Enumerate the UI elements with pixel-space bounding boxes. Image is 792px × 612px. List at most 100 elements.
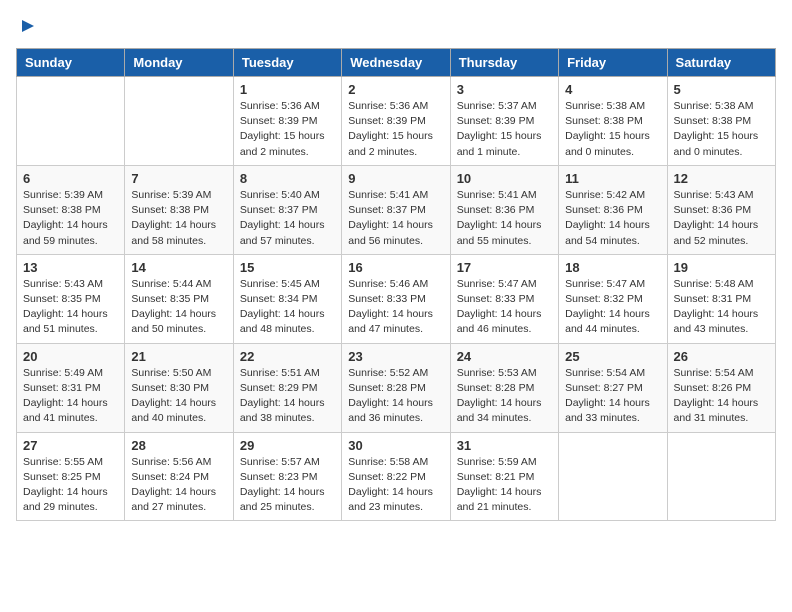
day-number: 28 bbox=[131, 438, 226, 453]
cell-line: Daylight: 14 hours and 23 minutes. bbox=[348, 485, 443, 515]
cell-line: Sunrise: 5:36 AM bbox=[348, 99, 443, 114]
cell-line: Sunrise: 5:46 AM bbox=[348, 277, 443, 292]
calendar-cell: 30Sunrise: 5:58 AMSunset: 8:22 PMDayligh… bbox=[342, 432, 450, 521]
calendar-cell: 31 Sunrise: 5:59 AMSunset: 8:21 PMDayligh… bbox=[450, 432, 558, 521]
day-number: 10 bbox=[457, 171, 552, 186]
cell-line: Daylight: 14 hours and 36 minutes. bbox=[348, 396, 443, 426]
cell-content: Sunrise: 5:42 AMSunset: 8:36 PMDaylight:… bbox=[565, 188, 660, 249]
cell-line: Sunset: 8:22 PM bbox=[348, 470, 443, 485]
day-number: 29 bbox=[240, 438, 335, 453]
day-number: 2 bbox=[348, 82, 443, 97]
calendar-cell bbox=[559, 432, 667, 521]
day-number: 19 bbox=[674, 260, 769, 275]
cell-line: Daylight: 14 hours and 29 minutes. bbox=[23, 485, 118, 515]
calendar-cell: 8Sunrise: 5:40 AMSunset: 8:37 PMDaylight… bbox=[233, 165, 341, 254]
calendar-cell: 27Sunrise: 5:55 AMSunset: 8:25 PMDayligh… bbox=[17, 432, 125, 521]
calendar-cell bbox=[17, 77, 125, 166]
cell-line: Sunset: 8:34 PM bbox=[240, 292, 335, 307]
cell-line: Sunrise: 5:40 AM bbox=[240, 188, 335, 203]
day-number: 24 bbox=[457, 349, 552, 364]
cell-line: Sunset: 8:37 PM bbox=[348, 203, 443, 218]
cell-line: Sunset: 8:31 PM bbox=[674, 292, 769, 307]
cell-line: Sunset: 8:23 PM bbox=[240, 470, 335, 485]
calendar-cell: 15 Sunrise: 5:45 AMSunset: 8:34 PMDayligh… bbox=[233, 254, 341, 343]
cell-line: Sunset: 8:32 PM bbox=[565, 292, 660, 307]
cell-line: Daylight: 14 hours and 38 minutes. bbox=[240, 396, 335, 426]
cell-content: Sunrise: 5:45 AMSunset: 8:34 PMDaylight:… bbox=[240, 277, 335, 338]
cell-line: Sunset: 8:31 PM bbox=[23, 381, 118, 396]
logo-arrow-icon bbox=[18, 16, 38, 36]
day-number: 18 bbox=[565, 260, 660, 275]
cell-content: Sunrise: 5:36 AMSunset: 8:39 PMDaylight:… bbox=[348, 99, 443, 160]
cell-line: Sunrise: 5:45 AM bbox=[240, 277, 335, 292]
calendar-cell: 23Sunrise: 5:52 AMSunset: 8:28 PMDayligh… bbox=[342, 343, 450, 432]
day-number: 9 bbox=[348, 171, 443, 186]
cell-line: Daylight: 14 hours and 55 minutes. bbox=[457, 218, 552, 248]
cell-line: Daylight: 14 hours and 43 minutes. bbox=[674, 307, 769, 337]
cell-content: Sunrise: 5:36 AMSunset: 8:39 PMDaylight:… bbox=[240, 99, 335, 160]
cell-line: Sunrise: 5:38 AM bbox=[674, 99, 769, 114]
page-header bbox=[16, 16, 776, 36]
cell-line: Daylight: 14 hours and 33 minutes. bbox=[565, 396, 660, 426]
cell-line: Daylight: 14 hours and 51 minutes. bbox=[23, 307, 118, 337]
cell-line: Sunrise: 5:51 AM bbox=[240, 366, 335, 381]
calendar-cell: 1Sunrise: 5:36 AMSunset: 8:39 PMDaylight… bbox=[233, 77, 341, 166]
calendar-cell: 21Sunrise: 5:50 AMSunset: 8:30 PMDayligh… bbox=[125, 343, 233, 432]
cell-line: Sunset: 8:35 PM bbox=[131, 292, 226, 307]
cell-line: Sunset: 8:36 PM bbox=[457, 203, 552, 218]
calendar-cell: 11 Sunrise: 5:42 AMSunset: 8:36 PMDayligh… bbox=[559, 165, 667, 254]
calendar-header-row: SundayMondayTuesdayWednesdayThursdayFrid… bbox=[17, 49, 776, 77]
calendar-cell: 24Sunrise: 5:53 AMSunset: 8:28 PMDayligh… bbox=[450, 343, 558, 432]
cell-content: Sunrise: 5:47 AMSunset: 8:33 PMDaylight:… bbox=[457, 277, 552, 338]
calendar-cell: 2 Sunrise: 5:36 AMSunset: 8:39 PMDaylight… bbox=[342, 77, 450, 166]
cell-line: Sunrise: 5:44 AM bbox=[131, 277, 226, 292]
cell-content: Sunrise: 5:38 AMSunset: 8:38 PMDaylight:… bbox=[565, 99, 660, 160]
cell-content: Sunrise: 5:44 AMSunset: 8:35 PMDaylight:… bbox=[131, 277, 226, 338]
cell-content: Sunrise: 5:41 AMSunset: 8:37 PMDaylight:… bbox=[348, 188, 443, 249]
day-header-thursday: Thursday bbox=[450, 49, 558, 77]
cell-line: Daylight: 14 hours and 44 minutes. bbox=[565, 307, 660, 337]
day-number: 11 bbox=[565, 171, 660, 186]
cell-line: Daylight: 14 hours and 57 minutes. bbox=[240, 218, 335, 248]
calendar-cell: 29Sunrise: 5:57 AMSunset: 8:23 PMDayligh… bbox=[233, 432, 341, 521]
cell-line: Sunrise: 5:38 AM bbox=[565, 99, 660, 114]
day-number: 8 bbox=[240, 171, 335, 186]
cell-line: Sunrise: 5:50 AM bbox=[131, 366, 226, 381]
calendar-cell bbox=[125, 77, 233, 166]
day-header-tuesday: Tuesday bbox=[233, 49, 341, 77]
cell-line: Sunset: 8:27 PM bbox=[565, 381, 660, 396]
cell-line: Sunrise: 5:59 AM bbox=[457, 455, 552, 470]
cell-line: Daylight: 15 hours and 2 minutes. bbox=[348, 129, 443, 159]
cell-line: Daylight: 14 hours and 31 minutes. bbox=[674, 396, 769, 426]
calendar-cell: 9 Sunrise: 5:41 AMSunset: 8:37 PMDaylight… bbox=[342, 165, 450, 254]
cell-content: Sunrise: 5:51 AMSunset: 8:29 PMDaylight:… bbox=[240, 366, 335, 427]
cell-content: Sunrise: 5:38 AMSunset: 8:38 PMDaylight:… bbox=[674, 99, 769, 160]
cell-line: Sunrise: 5:48 AM bbox=[674, 277, 769, 292]
cell-line: Sunrise: 5:53 AM bbox=[457, 366, 552, 381]
week-row-1: 1Sunrise: 5:36 AMSunset: 8:39 PMDaylight… bbox=[17, 77, 776, 166]
cell-line: Sunrise: 5:52 AM bbox=[348, 366, 443, 381]
cell-content: Sunrise: 5:59 AMSunset: 8:21 PMDaylight:… bbox=[457, 455, 552, 516]
cell-line: Sunrise: 5:54 AM bbox=[565, 366, 660, 381]
cell-content: Sunrise: 5:54 AMSunset: 8:27 PMDaylight:… bbox=[565, 366, 660, 427]
calendar-cell: 12Sunrise: 5:43 AMSunset: 8:36 PMDayligh… bbox=[667, 165, 775, 254]
day-header-monday: Monday bbox=[125, 49, 233, 77]
day-number: 4 bbox=[565, 82, 660, 97]
day-number: 31 bbox=[457, 438, 552, 453]
cell-content: Sunrise: 5:43 AMSunset: 8:35 PMDaylight:… bbox=[23, 277, 118, 338]
cell-content: Sunrise: 5:49 AMSunset: 8:31 PMDaylight:… bbox=[23, 366, 118, 427]
cell-line: Sunrise: 5:36 AM bbox=[240, 99, 335, 114]
calendar-cell: 16Sunrise: 5:46 AMSunset: 8:33 PMDayligh… bbox=[342, 254, 450, 343]
cell-line: Daylight: 14 hours and 52 minutes. bbox=[674, 218, 769, 248]
day-number: 15 bbox=[240, 260, 335, 275]
cell-line: Sunrise: 5:56 AM bbox=[131, 455, 226, 470]
cell-line: Sunrise: 5:47 AM bbox=[565, 277, 660, 292]
day-header-sunday: Sunday bbox=[17, 49, 125, 77]
cell-line: Daylight: 14 hours and 58 minutes. bbox=[131, 218, 226, 248]
cell-line: Sunset: 8:21 PM bbox=[457, 470, 552, 485]
day-header-saturday: Saturday bbox=[667, 49, 775, 77]
cell-line: Sunset: 8:39 PM bbox=[348, 114, 443, 129]
cell-line: Sunrise: 5:43 AM bbox=[674, 188, 769, 203]
cell-line: Sunset: 8:33 PM bbox=[348, 292, 443, 307]
cell-line: Sunset: 8:36 PM bbox=[565, 203, 660, 218]
